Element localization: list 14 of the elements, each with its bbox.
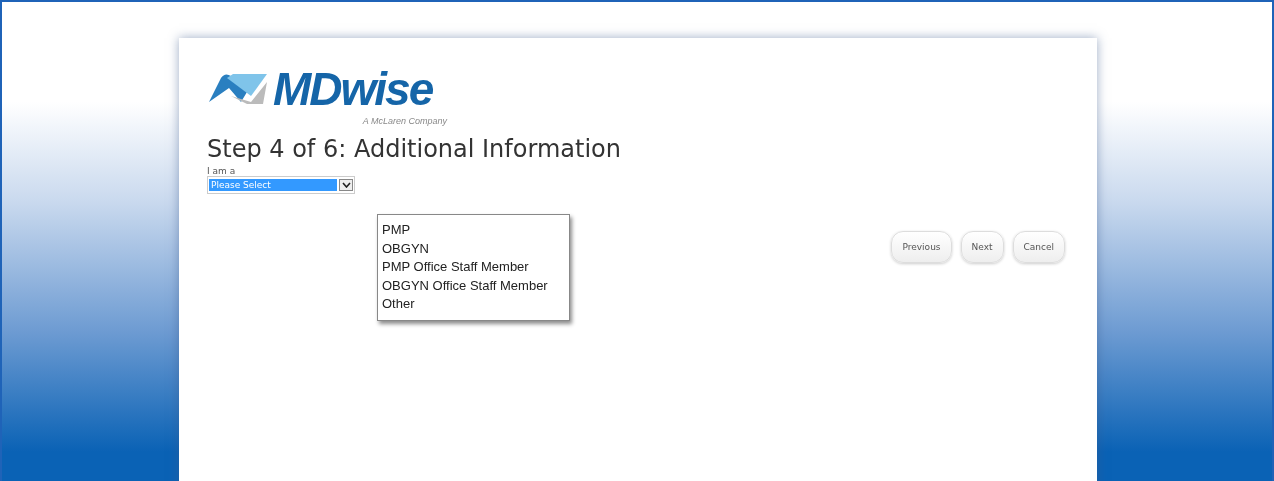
chevron-down-icon xyxy=(339,179,353,191)
dropdown-option[interactable]: PMP Office Staff Member xyxy=(382,258,565,277)
dropdown-option[interactable]: Other xyxy=(382,295,565,314)
logo-wordmark: MDwise xyxy=(273,62,433,116)
nav-button[interactable]: Cancel xyxy=(1012,231,1065,263)
dropdown-option[interactable]: OBGYN Office Staff Member xyxy=(382,276,565,295)
dropdown-option[interactable]: PMP xyxy=(382,221,565,240)
field-label: I am a xyxy=(207,166,237,176)
dropdown-option[interactable]: OBGYN xyxy=(382,239,565,258)
nav-button[interactable]: Previous xyxy=(891,231,952,263)
logo-tagline: A McLaren Company xyxy=(362,116,447,126)
page-title: Step 4 of 6: Additional Information xyxy=(207,134,622,164)
nav-button[interactable]: Next xyxy=(960,231,1004,263)
logo-icon xyxy=(207,72,269,106)
